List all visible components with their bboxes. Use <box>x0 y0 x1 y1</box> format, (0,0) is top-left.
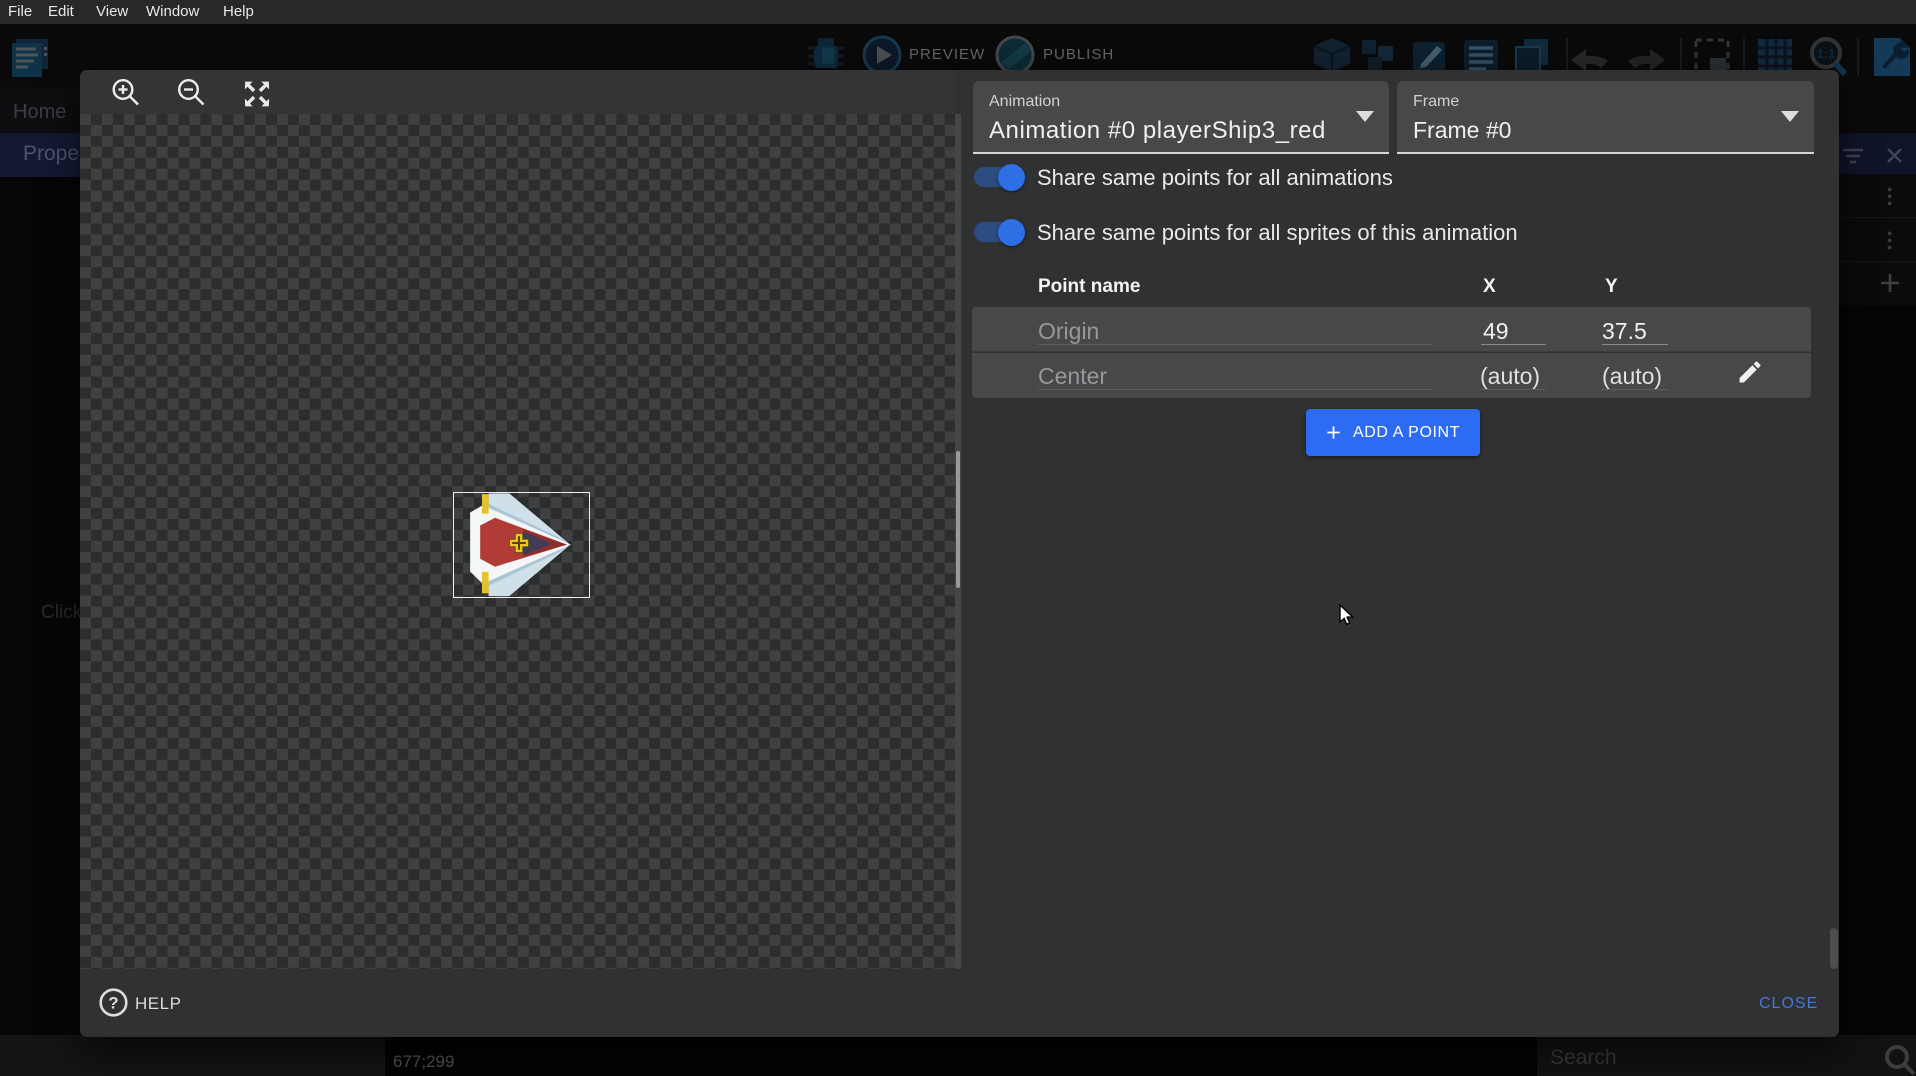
svg-text:?: ? <box>108 994 118 1013</box>
svg-text:1:1: 1:1 <box>1817 46 1836 61</box>
